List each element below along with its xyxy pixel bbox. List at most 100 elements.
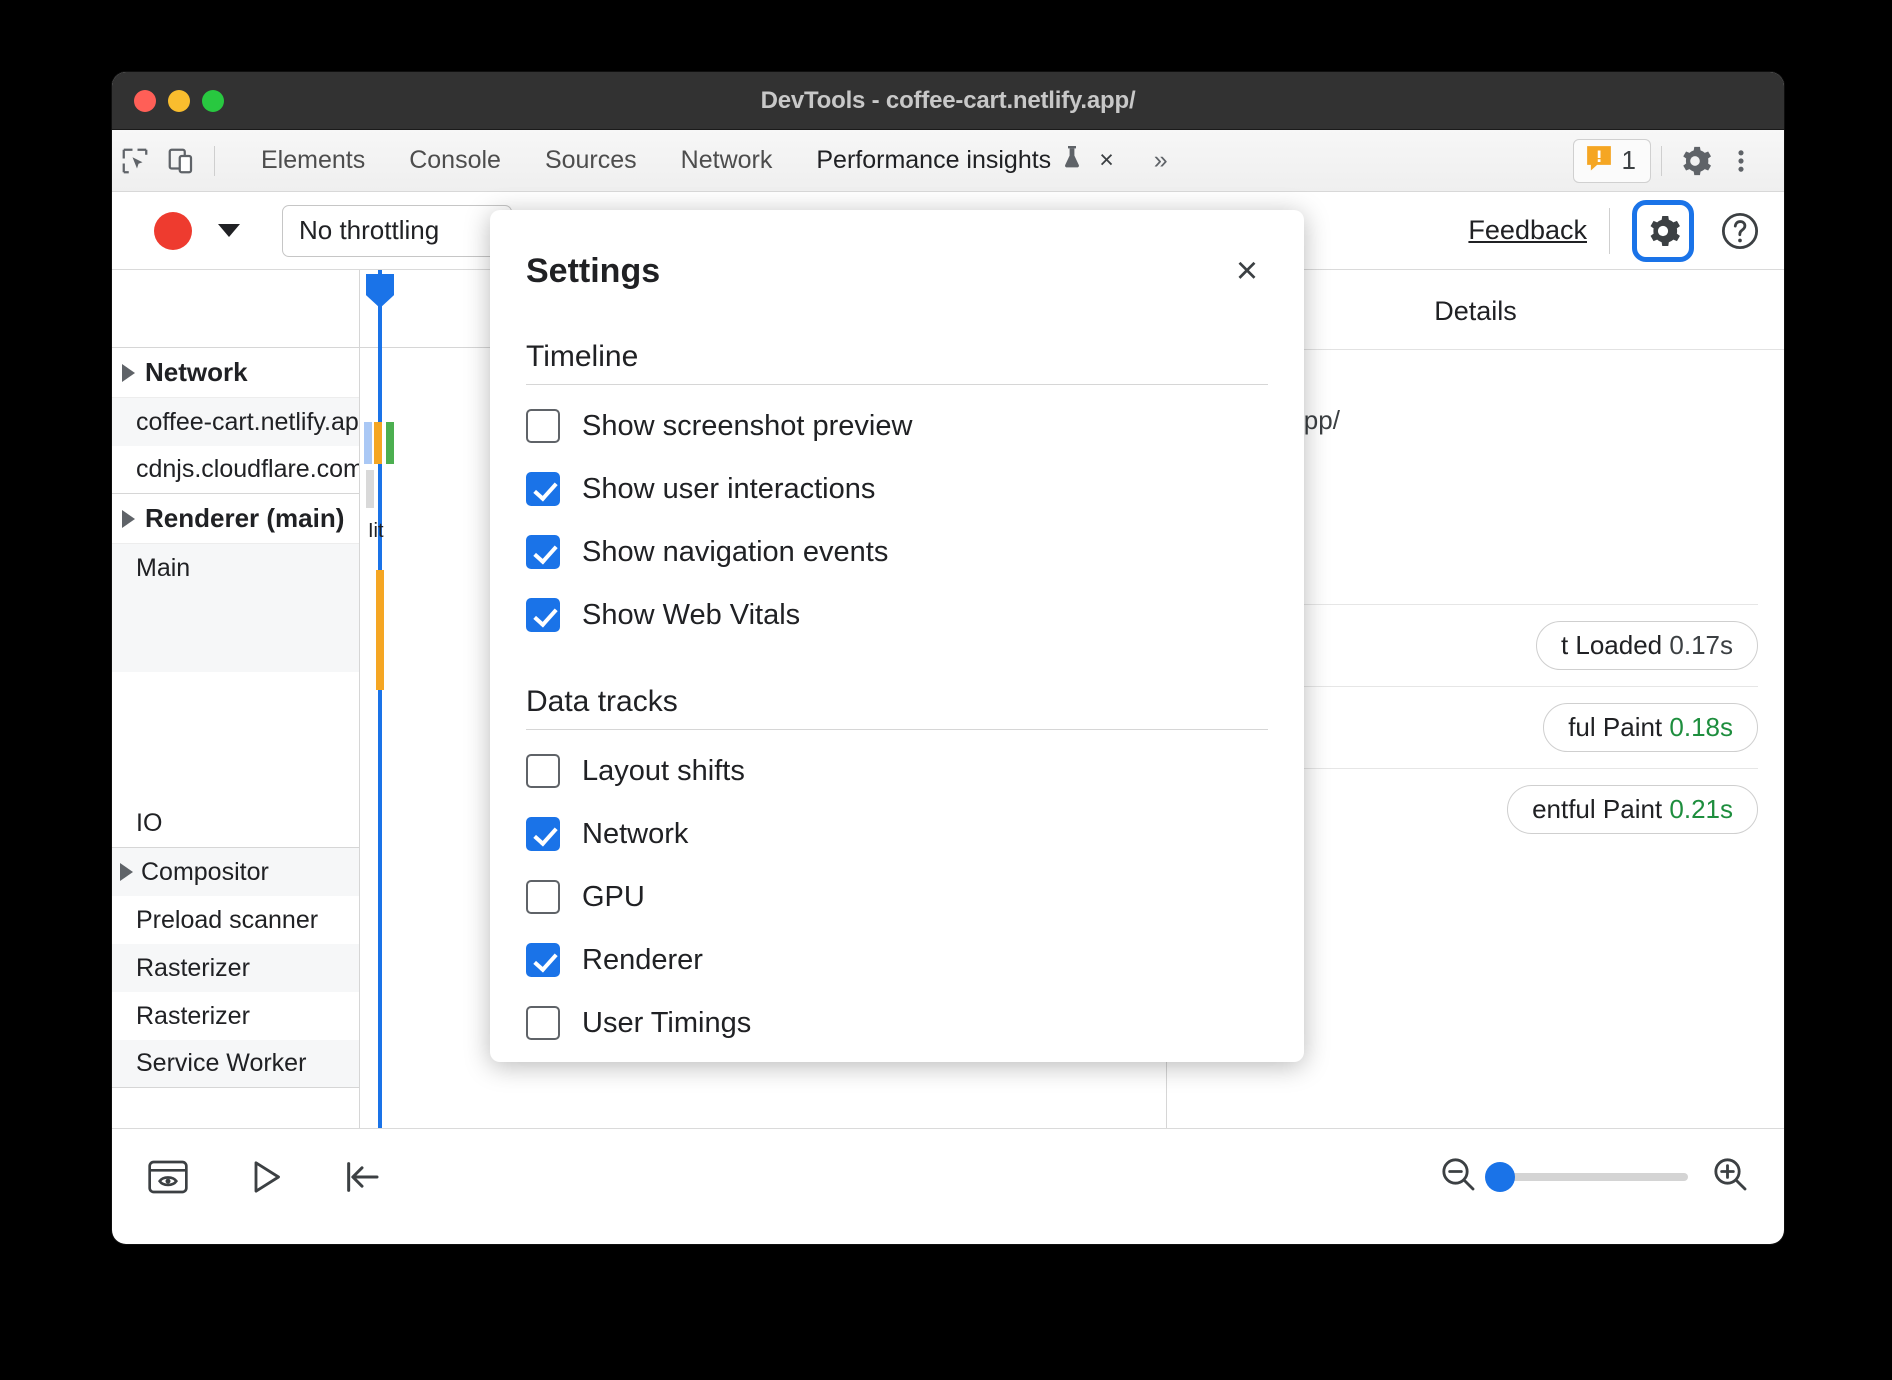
expand-triangle-icon[interactable] [122,364,135,382]
tab-label: Network [681,146,773,175]
track-group-label: Network [145,357,248,388]
experiment-flask-icon [1061,144,1083,177]
track-row[interactable]: Rasterizer [112,944,359,992]
track-group-network[interactable]: Network [112,348,359,398]
checkbox[interactable] [526,409,560,443]
track-row[interactable]: Service Worker [112,1040,359,1088]
metric-pill: entful Paint 0.21s [1507,785,1758,834]
tab-performance-insights[interactable]: Performance insights × [794,138,1135,183]
track-row-label: cdnjs.cloudflare.com [136,455,360,484]
zoom-slider[interactable] [1500,1173,1688,1181]
track-row[interactable]: Compositor [112,848,359,896]
expand-triangle-icon[interactable] [120,863,133,881]
screenshot-preview-icon[interactable] [146,1157,190,1197]
track-row-spacer [112,672,359,800]
track-sidebar-spacer [112,270,359,348]
expand-triangle-icon[interactable] [122,510,135,528]
track-group-renderer-main[interactable]: Renderer (main) [112,494,359,544]
checkbox[interactable] [526,817,560,851]
track-row[interactable]: Preload scanner [112,896,359,944]
setting-network[interactable]: Network [526,793,1268,856]
setting-label: Show user interactions [582,473,875,506]
track-row-label: Rasterizer [136,1002,250,1031]
throttling-select[interactable]: No throttling [282,205,512,257]
section-title: Data tracks [526,637,1268,730]
warning-count: 1 [1622,145,1636,176]
track-row[interactable]: Main [112,544,359,672]
close-icon[interactable]: × [1226,250,1268,292]
track-row-label: coffee-cart.netlify.app [136,408,360,437]
devtools-window: DevTools - coffee-cart.netlify.app/ Elem… [112,72,1784,1244]
settings-dialog-title: Settings [526,252,660,291]
setting-label: Show navigation events [582,536,888,569]
setting-show-user-interactions[interactable]: Show user interactions [526,448,1268,511]
checkbox[interactable] [526,472,560,506]
metric-pill: t Loaded 0.17s [1536,621,1758,670]
feedback-link[interactable]: Feedback [1468,215,1587,246]
checkbox[interactable] [526,598,560,632]
metric-label: ful Paint [1568,712,1662,742]
checkbox[interactable] [526,754,560,788]
checkbox[interactable] [526,535,560,569]
toolbar-divider [1609,208,1610,254]
checkbox[interactable] [526,943,560,977]
track-row[interactable]: cdnjs.cloudflare.com [112,446,359,494]
setting-show-web-vitals[interactable]: Show Web Vitals [526,574,1268,637]
help-icon[interactable] [1716,207,1764,255]
settings-gear-button[interactable] [1632,200,1694,262]
perf-toolbar-right: Feedback [1468,200,1764,262]
device-toolbar-icon[interactable] [158,138,204,184]
tab-console[interactable]: Console [387,140,523,181]
tab-label: Sources [545,146,637,175]
section-title: Timeline [526,292,1268,385]
zoom-slider-thumb[interactable] [1485,1162,1515,1192]
setting-label: Layout shifts [582,755,745,788]
warning-message-icon [1584,143,1614,178]
checkbox[interactable] [526,1006,560,1040]
track-row[interactable]: coffee-cart.netlify.app [112,398,359,446]
tabbar-right-controls: 1 [1573,138,1784,184]
play-icon[interactable] [246,1157,286,1197]
setting-label: Network [582,818,688,851]
metric-value: 0.21s [1669,794,1733,824]
devtools-tabbar: Elements Console Sources Network Perform… [112,130,1784,192]
warning-badge[interactable]: 1 [1573,139,1651,183]
chevron-down-icon[interactable] [218,224,240,237]
setting-gpu[interactable]: GPU [526,856,1268,919]
zoom-in-icon[interactable] [1710,1154,1750,1199]
metric-label: entful Paint [1532,794,1662,824]
window-titlebar: DevTools - coffee-cart.netlify.app/ [112,72,1784,130]
track-row-label: Preload scanner [136,906,318,935]
setting-layout-shifts[interactable]: Layout shifts [526,730,1268,793]
more-tabs-icon[interactable]: » [1136,146,1186,175]
tab-sources[interactable]: Sources [523,140,659,181]
tab-label: Console [409,146,501,175]
setting-label: Show Web Vitals [582,599,800,632]
gear-icon[interactable] [1672,138,1718,184]
toolbar-divider [214,146,215,176]
setting-show-navigation-events[interactable]: Show navigation events [526,511,1268,574]
kebab-menu-icon[interactable] [1718,138,1764,184]
zoom-out-icon[interactable] [1438,1154,1478,1199]
track-row-label: Rasterizer [136,954,250,983]
track-row-label: Compositor [141,858,269,887]
jump-to-start-icon[interactable] [342,1157,382,1197]
record-button[interactable] [154,212,192,250]
setting-renderer[interactable]: Renderer [526,919,1268,982]
metric-pill: ful Paint 0.18s [1543,703,1758,752]
tab-network[interactable]: Network [659,140,795,181]
settings-section-data-tracks: Data tracks Layout shifts Network GPU Re… [526,637,1268,1045]
setting-label: User Timings [582,1007,751,1040]
setting-show-screenshot-preview[interactable]: Show screenshot preview [526,385,1268,448]
timeline-playhead[interactable] [378,270,382,1128]
inspect-element-icon[interactable] [112,138,158,184]
tab-elements[interactable]: Elements [239,140,387,181]
checkbox[interactable] [526,880,560,914]
tab-list: Elements Console Sources Network Perform… [239,138,1186,183]
track-row[interactable]: IO [112,800,359,848]
tab-close-icon[interactable]: × [1093,146,1114,175]
metric-value: 0.18s [1669,712,1733,742]
track-sidebar: Network coffee-cart.netlify.app cdnjs.cl… [112,270,360,1128]
setting-user-timings[interactable]: User Timings [526,982,1268,1045]
track-row[interactable]: Rasterizer [112,992,359,1040]
